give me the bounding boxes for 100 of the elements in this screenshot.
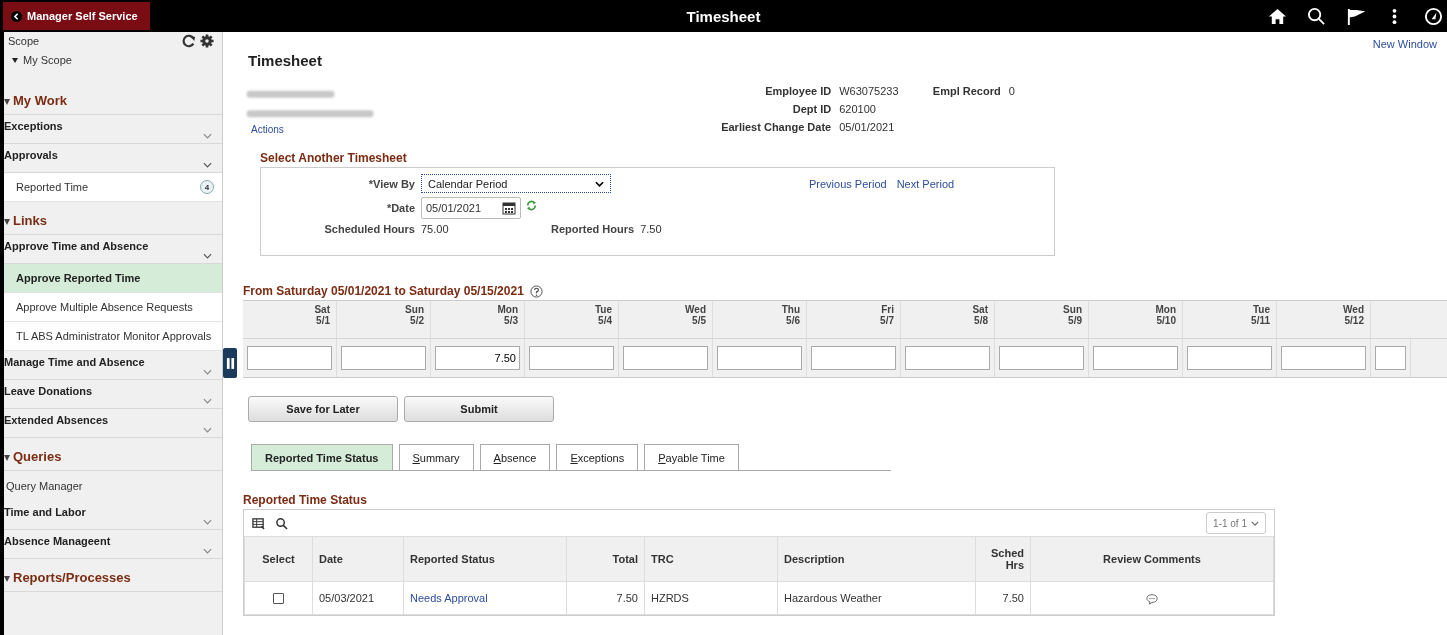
sidebar-section-header[interactable]: Links [4,202,222,235]
sidebar-link[interactable]: Approve Reported Time [4,264,222,293]
calendar-icon[interactable] [502,201,516,215]
help-icon[interactable] [529,284,543,298]
hours-input[interactable]: 7.50 [435,346,520,370]
sidebar-section-header[interactable]: Queries [4,438,222,471]
hours-input[interactable] [1375,346,1406,370]
page-header-title: Timesheet [686,7,761,25]
hours-input[interactable] [1093,346,1178,370]
submit-button[interactable]: Submit [404,396,554,422]
scope-toggle[interactable]: My Scope [4,48,72,82]
column-header: Select [244,536,313,582]
tab[interactable]: Absence [479,444,551,470]
page-title: Timesheet [248,52,323,69]
section-title: Select Another Timesheet [260,151,408,165]
comment-icon[interactable] [1146,592,1158,605]
tab[interactable]: Payable Time [644,444,739,470]
refresh-icon[interactable] [182,34,196,48]
hours-input[interactable] [247,346,332,370]
column-header: Sat 5/1 [243,301,337,338]
sidebar-link[interactable]: Approve Multiple Absence Requests [4,293,222,322]
status-link[interactable]: Needs Approval [410,592,488,604]
column-header: Sched Hrs [975,536,1031,582]
table-cell: HZRDS [644,581,778,615]
search-icon[interactable] [275,516,288,530]
sidebar-group[interactable]: Leave Donations [4,380,222,409]
column-header: Sat 5/8 [901,301,995,338]
view-by-dropdown[interactable]: Calendar Period [421,174,611,193]
tab[interactable]: Reported Time Status [251,444,393,470]
reported-hours-value: 7.50 [640,223,663,235]
column-header: Tue 5/11 [1183,301,1277,338]
field-value: 620100 [839,103,877,115]
search-icon[interactable] [1307,6,1326,26]
sidebar-section-header[interactable]: My Work [4,82,222,115]
field-value: 0 [1008,85,1016,97]
period-title: From Saturday 05/01/2021 to Saturday 05/15/2021 [243,284,524,298]
hours-input[interactable] [341,346,426,370]
column-header: Mon 5/10 [1089,301,1183,338]
view-by-label: *View By [367,177,416,190]
navbar-icon[interactable] [1424,6,1443,26]
count-badge: 4 [200,180,214,194]
table-title: Reported Time Status [243,493,368,507]
sidebar-group[interactable]: Absence Manageent [4,530,222,559]
settings-icon[interactable] [200,34,214,48]
table-cell: 05/03/2021 [312,581,404,615]
sidebar-group[interactable]: Exceptions [4,115,222,144]
table-cell: 7.50 [566,581,645,615]
flag-icon[interactable] [1346,6,1365,26]
field-label: Earliest Change Date [720,121,832,133]
back-arrow-icon [11,10,22,22]
hours-input[interactable] [811,346,896,370]
column-header: TRC [644,536,778,582]
chevron-down-icon [595,180,604,187]
hours-input[interactable] [529,346,614,370]
grid-settings-icon[interactable] [252,516,265,530]
sidebar-link[interactable]: TL ABS Administrator Monitor Approvals [4,322,222,351]
column-header: Wed 5/12 [1277,301,1371,338]
sidebar-link[interactable]: Reported Time 4 [4,173,222,202]
field-value: W63075233 [839,85,900,97]
next-period-link[interactable]: Next Period [896,177,955,190]
scope-label: Scope [8,35,40,47]
column-header: Tue 5/4 [525,301,619,338]
reported-hours-label: Reported Hours [551,223,636,235]
hours-input[interactable] [905,346,990,370]
column-header: Total [566,536,645,582]
hours-input[interactable] [717,346,802,370]
date-field[interactable]: 05/01/2021 [421,197,521,219]
column-header: Description [777,536,976,582]
column-header: Wed 5/5 [619,301,713,338]
tab[interactable]: Exceptions [556,444,639,470]
sidebar-link[interactable]: Query Manager [4,471,222,501]
field-label: Employee ID [764,85,832,97]
hours-input[interactable] [1187,346,1272,370]
actions-menu[interactable]: Actions [251,124,573,135]
sidebar-group[interactable]: Manage Time and Absence [4,351,222,380]
collapse-handle[interactable] [223,348,237,378]
new-window-link[interactable]: New Window [1372,38,1437,50]
column-header: Sun 5/2 [337,301,431,338]
save-for-later-button[interactable]: Save for Later [248,396,398,422]
sidebar-section-header[interactable]: Reports/Processes [4,559,222,592]
back-button[interactable]: Manager Self Service [3,2,150,30]
sidebar-group[interactable]: Time and Labor [4,501,222,530]
hours-input[interactable] [1281,346,1366,370]
table-cell: 7.50 [975,581,1031,615]
column-header: Date [312,536,404,582]
date-label: *Date [385,202,416,214]
pager-dropdown[interactable]: 1-1 of 1 [1206,512,1266,534]
tab[interactable]: Summary [398,444,474,470]
field-value: 05/01/2021 [839,121,896,133]
column-header: Mon 5/3 [431,301,525,338]
checkbox[interactable] [273,593,284,605]
hours-input[interactable] [623,346,708,370]
column-header: Fri 5/7 [807,301,901,338]
field-label: Empl Record [931,85,1001,97]
hours-input[interactable] [999,346,1084,370]
table-cell: Hazardous Weather [777,581,976,615]
sidebar-group[interactable]: Extended Absences [4,409,222,438]
column-header: Sun 5/9 [995,301,1089,338]
home-icon[interactable] [1268,6,1287,26]
previous-period-link[interactable]: Previous Period [809,177,887,190]
